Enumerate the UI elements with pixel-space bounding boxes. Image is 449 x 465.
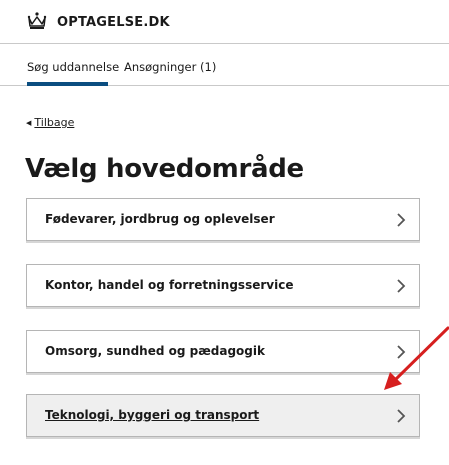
option-label: Fødevarer, jordbrug og oplevelser: [45, 212, 275, 226]
tab-soeg-uddannelse[interactable]: Søg uddannelse: [27, 60, 119, 74]
active-tab-indicator: [27, 82, 108, 86]
page-title: Vælg hovedområde: [25, 154, 304, 184]
logo-text[interactable]: OPTAGELSE.DK: [57, 15, 170, 30]
chevron-right-icon: [397, 409, 406, 423]
back-label: Tilbage: [34, 116, 75, 129]
option-label: Omsorg, sundhed og pædagogik: [45, 344, 265, 358]
option-foedevarer[interactable]: Fødevarer, jordbrug og oplevelser: [26, 198, 420, 241]
tab-ansoegninger[interactable]: Ansøgninger (1): [124, 60, 216, 74]
crown-icon: [27, 12, 47, 29]
back-link[interactable]: ◀ Tilbage: [26, 116, 74, 129]
option-teknologi[interactable]: Teknologi, byggeri og transport: [26, 394, 420, 437]
chevron-right-icon: [397, 213, 406, 227]
caret-left-icon: ◀: [26, 119, 32, 127]
annotation-arrow-icon: [384, 326, 449, 390]
page: OPTAGELSE.DK Søg uddannelse Ansøgninger …: [0, 0, 449, 465]
option-kontor[interactable]: Kontor, handel og forretningsservice: [26, 264, 420, 307]
option-omsorg[interactable]: Omsorg, sundhed og pædagogik: [26, 330, 420, 373]
chevron-right-icon: [397, 279, 406, 293]
site-header: OPTAGELSE.DK: [0, 0, 449, 44]
tab-bar: Søg uddannelse Ansøgninger (1): [0, 44, 449, 86]
option-label: Kontor, handel og forretningsservice: [45, 278, 294, 292]
option-label: Teknologi, byggeri og transport: [45, 408, 260, 422]
